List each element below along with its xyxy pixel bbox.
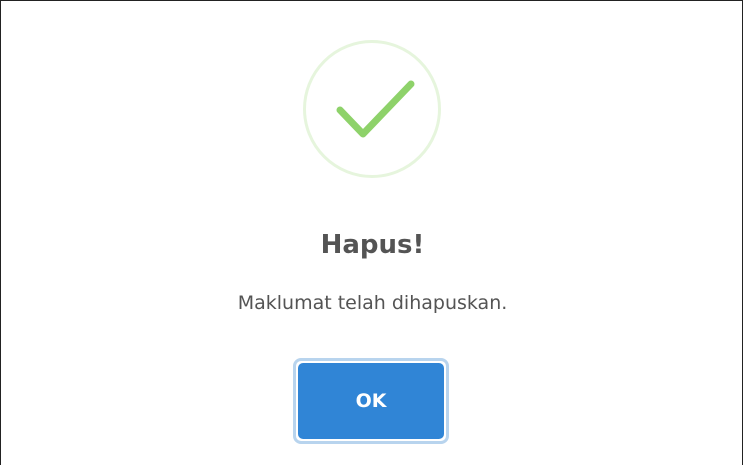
alert-dialog: Hapus! Maklumat telah dihapuskan. OK: [0, 0, 743, 465]
checkmark-icon: [336, 80, 415, 138]
dialog-message: Maklumat telah dihapuskan.: [237, 292, 508, 314]
ok-button[interactable]: OK: [298, 363, 444, 439]
dialog-title: Hapus!: [320, 230, 425, 260]
success-check-icon: [303, 40, 441, 178]
